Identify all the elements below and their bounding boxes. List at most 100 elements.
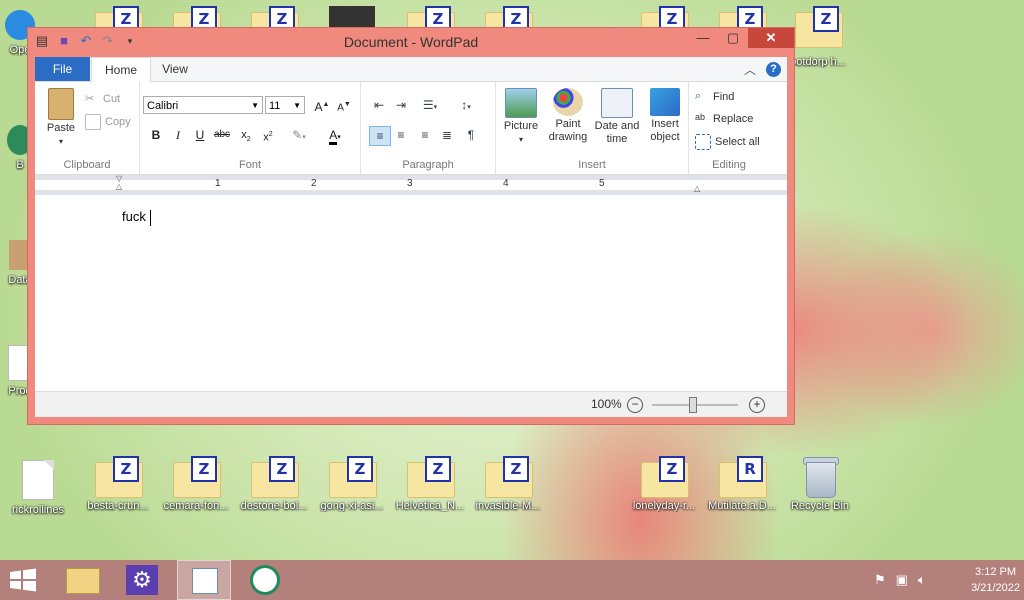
- taskbar-settings[interactable]: ⚙: [118, 560, 168, 600]
- increase-indent-button[interactable]: ⇥: [391, 96, 411, 114]
- select-all-button[interactable]: Select all: [695, 134, 760, 150]
- justify-button[interactable]: ≣: [437, 126, 457, 144]
- desktop-icon-label: Recycle Bin: [790, 500, 850, 512]
- zip-folder-icon: Z: [251, 456, 299, 498]
- left-indent-marker[interactable]: ▽ △: [116, 175, 124, 195]
- replace-button[interactable]: ab Replace: [695, 112, 753, 126]
- start-button[interactable]: [8, 568, 38, 592]
- calendar-clock-icon: [601, 88, 633, 118]
- object-icon: [650, 88, 680, 116]
- zoom-out-button[interactable]: −: [627, 397, 643, 413]
- clock[interactable]: 3:12 PM 3/21/2022: [971, 564, 1020, 596]
- network-icon[interactable]: ▣: [896, 572, 908, 588]
- taskbar: ⚙ ⚑ ▣ 🔈︎ 3:12 PM 3/21/2022: [0, 560, 1024, 600]
- editing-group: ⌕ Find ab Replace Select all Editing: [689, 82, 769, 174]
- tab-file[interactable]: File: [35, 57, 90, 81]
- zip-folder-icon: Z: [95, 456, 143, 498]
- decrease-indent-button[interactable]: ⇤: [369, 96, 389, 114]
- paste-icon: [48, 88, 74, 120]
- desktop-icon-label: rickrollines: [12, 504, 64, 516]
- cut-button[interactable]: ✂ Cut: [85, 92, 120, 106]
- window-controls: — ▢ ✕: [688, 28, 794, 48]
- text-caret: [149, 209, 151, 226]
- zoom-in-button[interactable]: +: [749, 397, 765, 413]
- desktop-zip-gong[interactable]: Z gong-xi-asi...: [314, 456, 390, 512]
- zip-folder-icon: Z: [329, 456, 377, 498]
- shrink-font-button[interactable]: A▼: [334, 96, 354, 114]
- document-text[interactable]: fuck: [122, 209, 151, 226]
- paragraph-group-label: Paragraph: [402, 159, 454, 171]
- wordpad-window[interactable]: ▤ ■ ↶ ↷ ▾ Document - WordPad — ▢ ✕ File …: [27, 27, 795, 425]
- text-file-icon: [22, 460, 54, 500]
- paint-drawing-button[interactable]: Paint drawing: [546, 88, 590, 144]
- bullets-button[interactable]: ☰▾: [415, 96, 445, 114]
- desktop-zip-besta[interactable]: Z besta-crun...: [80, 456, 156, 512]
- zip-folder-icon: Z: [485, 456, 533, 498]
- ribbon-tabs: File Home View ︿ ?: [35, 57, 787, 83]
- strikethrough-button[interactable]: abc: [212, 126, 232, 144]
- minimize-button[interactable]: —: [688, 28, 718, 48]
- date-time-button[interactable]: Date and time: [592, 88, 642, 146]
- desktop-rar-mutilate[interactable]: R Mutilate.a.D...: [704, 456, 780, 512]
- rar-folder-icon: R: [719, 456, 767, 498]
- desktop-file-rickrollines[interactable]: rickrollines: [0, 460, 76, 516]
- ruler[interactable]: 1 2 3 4 5 ▽ △ △: [35, 175, 787, 195]
- paragraph-settings-button[interactable]: ¶: [461, 126, 481, 144]
- highlight-color-button[interactable]: ✎▾: [284, 126, 314, 144]
- close-button[interactable]: ✕: [748, 28, 794, 48]
- help-icon[interactable]: ?: [766, 62, 781, 77]
- collapse-ribbon-icon[interactable]: ︿: [744, 61, 756, 78]
- recycle-bin-icon: [803, 456, 839, 498]
- insert-object-button[interactable]: Insert object: [644, 88, 686, 144]
- desktop-zip-invasible[interactable]: Z invasible-M...: [470, 456, 546, 512]
- align-left-button[interactable]: ≡: [369, 126, 391, 146]
- tab-home[interactable]: Home: [91, 57, 151, 83]
- right-indent-marker[interactable]: △: [694, 185, 702, 195]
- align-center-button[interactable]: ≡: [391, 126, 411, 144]
- tab-view[interactable]: View: [149, 57, 201, 81]
- desktop-recycle-bin[interactable]: Recycle Bin: [782, 456, 858, 512]
- maximize-button[interactable]: ▢: [718, 28, 748, 48]
- taskbar-app[interactable]: [240, 560, 290, 600]
- font-group-label: Font: [238, 159, 261, 171]
- desktop-zip-helvetica[interactable]: Z Helvetica_N...: [392, 456, 468, 512]
- grow-font-button[interactable]: A▲: [312, 96, 332, 114]
- superscript-button[interactable]: x2: [258, 126, 278, 144]
- copy-icon: [85, 114, 101, 130]
- desktop-zip-destone[interactable]: Z destone-bol...: [236, 456, 312, 512]
- action-center-flag-icon[interactable]: ⚑: [874, 572, 886, 588]
- desktop-zip-lonelyday[interactable]: Z lonelyday-r...: [626, 456, 702, 512]
- volume-muted-icon[interactable]: 🔈︎: [918, 572, 926, 588]
- italic-button[interactable]: I: [168, 126, 188, 144]
- folder-icon: [66, 568, 100, 594]
- paragraph-group: ⇤ ⇥ ☰▾ ↕▾ ≡ ≡ ≡ ≣ ¶ Paragraph: [361, 82, 496, 174]
- insert-picture-button[interactable]: Picture ▾: [500, 88, 542, 146]
- desktop-icon-label: cemara-fon...: [163, 500, 229, 512]
- find-button[interactable]: ⌕ Find: [695, 90, 734, 104]
- line-spacing-button[interactable]: ↕▾: [451, 96, 481, 114]
- taskbar-wordpad[interactable]: [177, 560, 231, 600]
- document-area[interactable]: fuck: [35, 196, 787, 392]
- paste-button[interactable]: Paste ▾: [41, 88, 81, 148]
- clipboard-group: Paste ▾ ✂ Cut Copy Clipboard: [35, 82, 140, 174]
- copy-button[interactable]: Copy: [85, 114, 131, 130]
- windows-logo-icon: [10, 568, 36, 592]
- desktop-icon-label: lonelyday-r...: [632, 500, 696, 512]
- binoculars-icon: ⌕: [695, 90, 702, 102]
- bold-button[interactable]: B: [146, 126, 166, 144]
- ruler-number: 5: [599, 178, 605, 189]
- underline-button[interactable]: U: [190, 126, 210, 144]
- desktop-zip-cemara[interactable]: Z cemara-fon...: [158, 456, 234, 512]
- subscript-button[interactable]: x2: [236, 126, 256, 144]
- zip-folder-icon: Z: [173, 456, 221, 498]
- title-bar[interactable]: ▤ ■ ↶ ↷ ▾ Document - WordPad — ▢ ✕: [28, 28, 794, 56]
- align-right-button[interactable]: ≡: [415, 126, 435, 144]
- font-size-select[interactable]: 11 ▼: [265, 96, 305, 114]
- desktop-icon-label: Helvetica_N...: [395, 500, 465, 512]
- font-color-button[interactable]: A▾: [320, 126, 350, 145]
- desktop-icon-label: Mutilate.a.D...: [708, 500, 776, 512]
- zoom-slider-thumb[interactable]: [689, 397, 697, 413]
- font-family-select[interactable]: Calibri ▼: [143, 96, 263, 114]
- ruler-number: 1: [215, 178, 221, 189]
- taskbar-file-explorer[interactable]: [58, 560, 108, 600]
